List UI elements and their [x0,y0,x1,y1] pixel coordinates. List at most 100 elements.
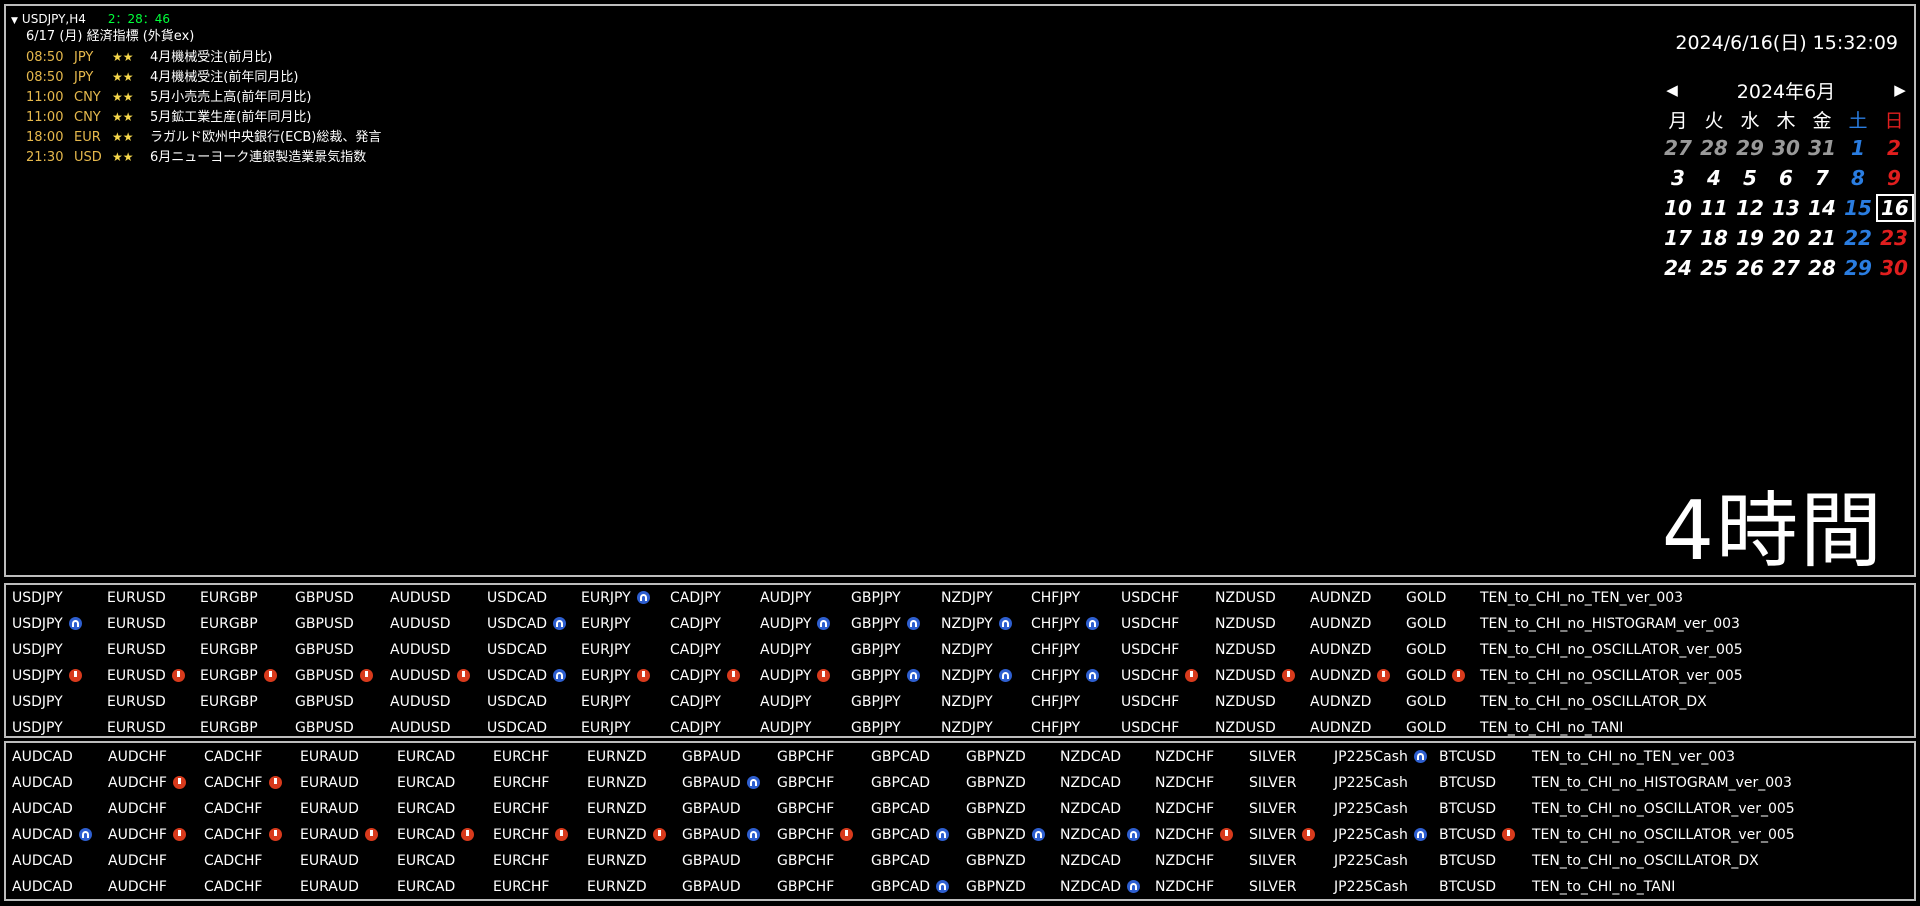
symbol-cell[interactable]: EURCAD [397,822,475,848]
symbol-cell[interactable]: EURGBP [200,663,277,689]
symbol-cell[interactable]: BTCUSD [1439,874,1496,900]
symbol-label[interactable]: USDJPY [12,642,63,658]
symbol-cell[interactable]: AUDNZD [1310,585,1371,611]
symbol-cell[interactable]: AUDUSD [390,611,451,637]
symbol-label[interactable]: CADCHF [204,879,263,895]
symbol-cell[interactable]: USDCHF [1121,689,1179,715]
symbol-label[interactable]: EURCHF [493,801,549,817]
symbol-label[interactable]: CHFJPY [1031,642,1080,658]
calendar-day[interactable]: 30 [1876,253,1912,283]
symbol-cell[interactable]: NZDCHF [1155,874,1214,900]
symbol-label[interactable]: EURAUD [300,879,359,895]
symbol-cell[interactable]: GOLD [1406,689,1446,715]
symbol-label[interactable]: EURCAD [397,749,455,765]
symbol-cell[interactable]: AUDCAD [12,796,73,822]
symbol-label[interactable]: AUDCAD [12,853,73,869]
symbol-label[interactable]: EURNZD [587,775,647,791]
symbol-cell[interactable]: NZDCHF [1155,770,1214,796]
symbol-cell[interactable]: GBPNZD [966,822,1045,848]
symbol-label[interactable]: GBPCAD [871,749,930,765]
symbol-cell[interactable]: CHFJPY [1031,611,1100,637]
symbol-label[interactable]: GBPUSD [295,694,354,710]
symbol-label[interactable]: SILVER [1249,749,1296,765]
symbol-label[interactable]: AUDJPY [760,616,811,632]
symbol-cell[interactable]: EURCHF [493,770,549,796]
calendar-day[interactable]: 14 [1804,193,1840,223]
symbol-label[interactable]: USDCHF [1121,694,1179,710]
symbol-cell[interactable]: GBPCHF [777,796,834,822]
symbol-cell[interactable]: EURGBP [200,585,258,611]
symbol-cell[interactable]: GBPAUD [682,848,741,874]
symbol-cell[interactable]: GBPCHF [777,848,834,874]
calendar-day[interactable]: 30 [1768,133,1804,163]
symbol-label[interactable]: BTCUSD [1439,879,1496,895]
calendar-day[interactable]: 25 [1696,253,1732,283]
symbol-cell[interactable]: GBPAUD [682,770,760,796]
symbol-label[interactable]: GBPCHF [777,801,834,817]
symbol-cell[interactable]: AUDJPY [760,585,811,611]
symbol-cell[interactable]: EURCHF [493,874,549,900]
symbol-cell[interactable]: CHFJPY [1031,585,1080,611]
symbol-label[interactable]: CADJPY [670,616,721,632]
calendar-day[interactable]: 12 [1732,193,1768,223]
symbol-cell[interactable]: BTCUSD [1439,822,1516,848]
symbol-label[interactable]: USDCHF [1121,616,1179,632]
symbol-label[interactable]: AUDCAD [12,801,73,817]
symbol-cell[interactable]: EURCAD [397,796,455,822]
calendar-day[interactable]: 20 [1768,223,1804,253]
symbol-cell[interactable]: CADJPY [670,611,721,637]
symbol-label[interactable]: AUDUSD [390,616,451,632]
symbol-label[interactable]: USDCAD [487,668,547,684]
symbol-label[interactable]: USDCHF [1121,668,1179,684]
symbol-cell[interactable]: EURNZD [587,744,647,770]
collapse-triangle-icon[interactable]: ▼ [11,16,18,26]
symbol-cell[interactable]: EURGBP [200,611,258,637]
symbol-cell[interactable]: EURGBP [200,689,258,715]
symbol-cell[interactable]: AUDUSD [390,585,451,611]
symbol-label[interactable]: CADCHF [204,775,263,791]
symbol-cell[interactable]: AUDNZD [1310,663,1391,689]
symbol-cell[interactable]: BTCUSD [1439,744,1496,770]
symbol-label[interactable]: BTCUSD [1439,853,1496,869]
symbol-cell[interactable]: EURJPY [581,585,650,611]
symbol-label[interactable]: EURCAD [397,853,455,869]
calendar-day[interactable]: 10 [1660,193,1696,223]
symbol-cell[interactable]: SILVER [1249,796,1296,822]
symbol-cell[interactable]: NZDUSD [1215,689,1276,715]
symbol-cell[interactable]: NZDCHF [1155,848,1214,874]
symbol-label[interactable]: AUDNZD [1310,720,1371,736]
symbol-label[interactable]: NZDCAD [1060,775,1121,791]
symbol-label[interactable]: AUDUSD [390,720,451,736]
calendar-day[interactable]: 23 [1876,223,1912,253]
symbol-label[interactable]: AUDCHF [108,853,167,869]
symbol-cell[interactable]: USDCHF [1121,715,1179,741]
symbol-label[interactable]: CADJPY [670,668,721,684]
symbol-label[interactable]: NZDUSD [1215,720,1276,736]
symbol-label[interactable]: GBPNZD [966,853,1026,869]
symbol-label[interactable]: AUDJPY [760,668,811,684]
symbol-cell[interactable]: GBPCAD [871,874,950,900]
symbol-label[interactable]: AUDUSD [390,642,451,658]
symbol-label[interactable]: NZDCHF [1155,853,1214,869]
symbol-label[interactable]: EURNZD [587,827,647,843]
symbol-cell[interactable]: GBPAUD [682,744,741,770]
symbol-cell[interactable]: EURUSD [107,663,185,689]
symbol-cell[interactable]: JP225Cash [1334,848,1408,874]
symbol-label[interactable]: EURJPY [581,616,631,632]
symbol-cell[interactable]: AUDNZD [1310,637,1371,663]
symbol-label[interactable]: EURAUD [300,749,359,765]
symbol-label[interactable]: SILVER [1249,801,1296,817]
symbol-cell[interactable]: USDJPY [12,637,63,663]
symbol-cell[interactable]: EURNZD [587,822,666,848]
symbol-cell[interactable]: USDJPY [12,715,63,741]
symbol-cell[interactable]: NZDUSD [1215,637,1276,663]
calendar-day[interactable]: 5 [1732,163,1768,193]
symbol-label[interactable]: USDCAD [487,642,547,658]
next-month-arrow-icon[interactable]: ▶ [1888,81,1912,99]
symbol-label[interactable]: AUDCHF [108,775,167,791]
symbol-label[interactable]: EURGBP [200,590,258,606]
symbol-label[interactable]: EURNZD [587,853,647,869]
symbol-label[interactable]: EURAUD [300,775,359,791]
symbol-label[interactable]: AUDUSD [390,590,451,606]
symbol-label[interactable]: NZDCAD [1060,879,1121,895]
